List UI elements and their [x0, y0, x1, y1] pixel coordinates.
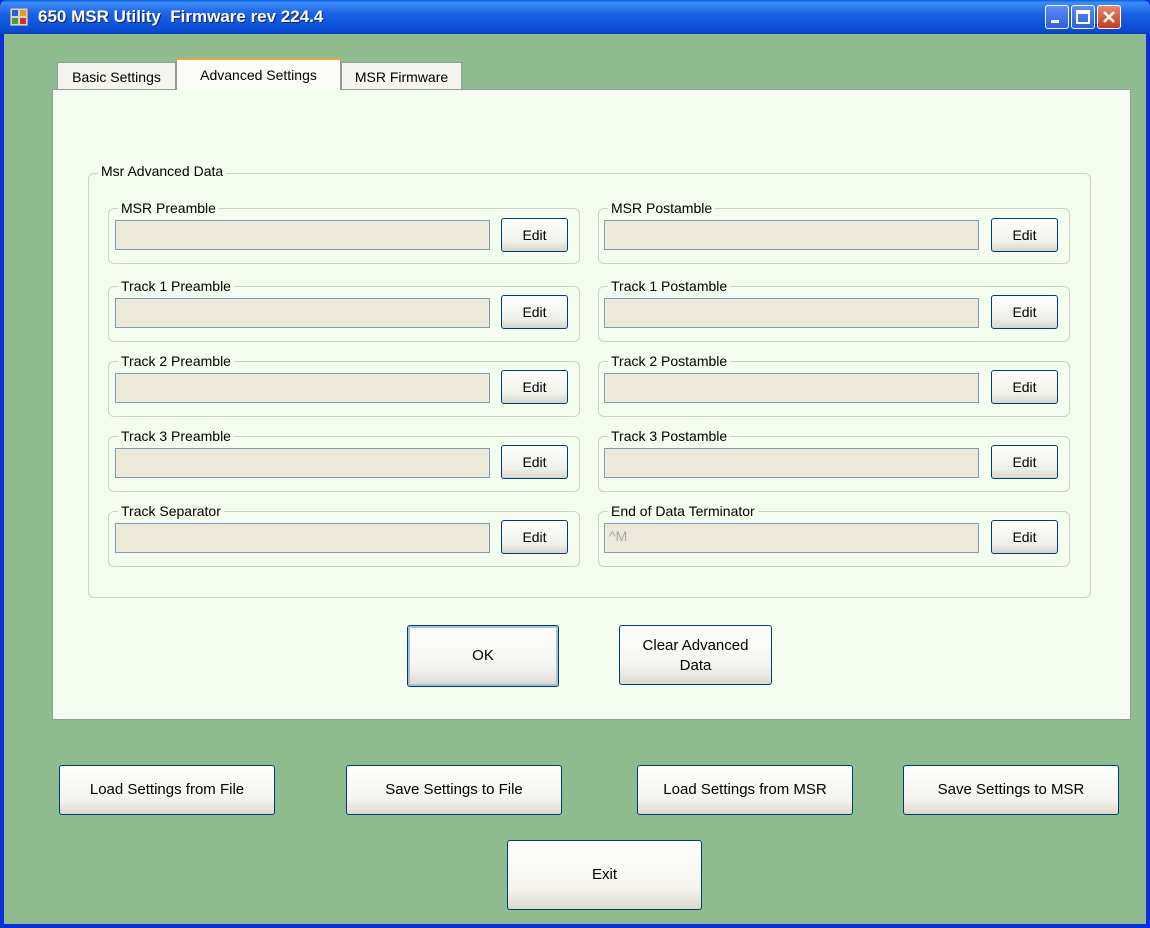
maximize-button[interactable] [1071, 5, 1095, 29]
track1-postamble-label: Track 1 Postamble [608, 278, 731, 294]
track1-postamble-edit-button[interactable]: Edit [991, 295, 1058, 329]
track3-preamble-label: Track 3 Preamble [118, 428, 234, 444]
track2-preamble-label: Track 2 Preamble [118, 353, 234, 369]
track2-preamble-field[interactable] [115, 373, 490, 403]
track2-postamble-field[interactable] [604, 373, 979, 403]
maximize-icon [1076, 10, 1090, 24]
track1-postamble-field[interactable] [604, 298, 979, 328]
minimize-icon [1051, 20, 1059, 23]
save-settings-to-msr-button[interactable]: Save Settings to MSR [903, 765, 1119, 815]
load-settings-from-file-button[interactable]: Load Settings from File [59, 765, 275, 815]
msr-preamble-edit-button[interactable]: Edit [501, 218, 568, 252]
end-terminator-field[interactable]: ^M [604, 523, 979, 553]
tab-basic-settings[interactable]: Basic Settings [57, 62, 176, 90]
track3-postamble-field[interactable] [604, 448, 979, 478]
track-separator-edit-button[interactable]: Edit [501, 520, 568, 554]
track3-postamble-edit-button[interactable]: Edit [991, 445, 1058, 479]
exit-button[interactable]: Exit [507, 840, 702, 910]
close-button[interactable] [1097, 5, 1121, 29]
track1-preamble-label: Track 1 Preamble [118, 278, 234, 294]
clear-advanced-data-label-line1: Clear Advanced [642, 637, 749, 654]
title-bar[interactable]: 650 MSR Utility Firmware rev 224.4 [0, 0, 1150, 34]
tab-msr-firmware[interactable]: MSR Firmware [341, 62, 462, 90]
track3-preamble-edit-button[interactable]: Edit [501, 445, 568, 479]
tab-advanced-settings[interactable]: Advanced Settings [176, 58, 341, 90]
clear-advanced-data-button[interactable]: Clear Advanced Data [619, 625, 772, 685]
clear-advanced-data-label-line2: Data [679, 657, 712, 674]
msr-postamble-edit-button[interactable]: Edit [991, 218, 1058, 252]
track-separator-field[interactable] [115, 523, 490, 553]
save-settings-to-file-button[interactable]: Save Settings to File [346, 765, 562, 815]
end-terminator-label: End of Data Terminator [608, 503, 758, 519]
end-terminator-edit-button[interactable]: Edit [991, 520, 1058, 554]
app-window-icon[interactable] [9, 7, 29, 27]
msr-advanced-data-title: Msr Advanced Data [98, 163, 227, 179]
track1-preamble-edit-button[interactable]: Edit [501, 295, 568, 329]
window-title: 650 MSR Utility Firmware rev 224.4 [38, 7, 324, 26]
load-settings-from-msr-button[interactable]: Load Settings from MSR [637, 765, 853, 815]
track-separator-label: Track Separator [118, 503, 224, 519]
msr-postamble-field[interactable] [604, 220, 979, 250]
track2-preamble-edit-button[interactable]: Edit [501, 370, 568, 404]
app-window: 650 MSR Utility Firmware rev 224.4 Basic… [0, 0, 1150, 928]
track2-postamble-edit-button[interactable]: Edit [991, 370, 1058, 404]
track3-postamble-label: Track 3 Postamble [608, 428, 731, 444]
ok-button[interactable]: OK [407, 625, 559, 687]
track1-preamble-field[interactable] [115, 298, 490, 328]
close-icon [1103, 11, 1115, 23]
msr-preamble-field[interactable] [115, 220, 490, 250]
msr-postamble-label: MSR Postamble [608, 200, 716, 216]
minimize-button[interactable] [1045, 5, 1069, 29]
track2-postamble-label: Track 2 Postamble [608, 353, 731, 369]
msr-preamble-label: MSR Preamble [118, 200, 219, 216]
track3-preamble-field[interactable] [115, 448, 490, 478]
